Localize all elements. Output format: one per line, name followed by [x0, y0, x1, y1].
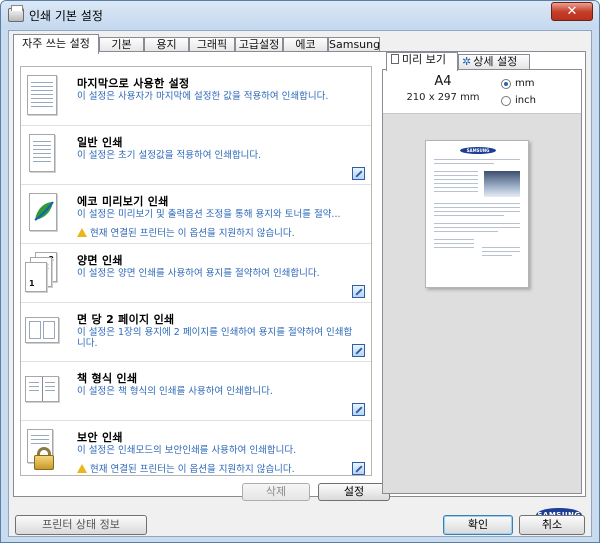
set-favorite-button[interactable]: 설정: [318, 483, 390, 501]
two-up-icon: [25, 311, 59, 353]
settings-icon: ✲: [462, 55, 472, 68]
page-icon: [391, 54, 399, 64]
favorite-description: 이 설정은 사용자가 마지막에 설정한 값을 적용하여 인쇄합니다.: [77, 91, 329, 102]
page-preview: SAMSUNG: [425, 140, 529, 288]
close-button[interactable]: ✕: [551, 2, 593, 21]
warning-icon: [77, 228, 87, 237]
printer-status-button[interactable]: 프린터 상태 정보: [15, 515, 147, 535]
ok-button[interactable]: 확인: [443, 515, 513, 535]
delete-favorite-button[interactable]: 삭제: [242, 483, 310, 501]
favorite-item-normal[interactable]: 일반 인쇄 이 설정은 초기 설정값을 적용하여 인쇄합니다.: [21, 126, 371, 184]
edit-favorite-icon[interactable]: [352, 462, 365, 475]
favorites-panel: 마지막으로 사용한 설정 이 설정은 사용자가 마지막에 설정한 값을 적용하여…: [13, 51, 586, 522]
warning-text: 현재 연결된 프린터는 이 옵션을 지원하지 않습니다.: [90, 464, 295, 475]
edit-favorite-icon[interactable]: [352, 344, 365, 357]
favorite-name: 에코 미리보기 인쇄: [77, 195, 169, 208]
paper-dimensions: 210 x 297 mm: [406, 92, 480, 103]
edit-favorite-icon[interactable]: [352, 167, 365, 180]
duplex-pages-icon: 3 2 1: [25, 252, 59, 294]
window-title: 인쇄 기본 설정: [29, 9, 103, 23]
secure-lock-icon: [25, 429, 59, 471]
favorite-name: 양면 인쇄: [77, 254, 123, 267]
eco-leaf-icon: [25, 193, 59, 235]
cancel-button[interactable]: 취소: [519, 515, 585, 535]
unit-inch-label: inch: [515, 95, 536, 106]
tab-details-label: 상세 설정: [473, 55, 518, 68]
unit-inch-radio[interactable]: [501, 96, 511, 106]
tab-details[interactable]: ✲ 상세 설정: [458, 54, 530, 70]
favorite-description: 이 설정은 인쇄모드의 보안인쇄를 사용하여 인쇄합니다.: [77, 445, 297, 456]
favorite-item-2-up[interactable]: 면 당 2 페이지 인쇄 이 설정은 1장의 용지에 2 페이지를 인쇄하여 용…: [21, 303, 371, 361]
unit-mm-label: mm: [515, 78, 535, 89]
unsupported-warning: 현재 연결된 프린터는 이 옵션을 지원하지 않습니다.: [77, 461, 295, 475]
unit-mm-radio[interactable]: [501, 79, 511, 89]
preview-panel: A4 210 x 297 mm mm inch SAMSUNG: [382, 69, 582, 494]
document-icon: [25, 75, 59, 117]
favorite-description: 이 설정은 양면 인쇄를 사용하여 용지를 절약하여 인쇄합니다.: [77, 268, 320, 279]
printer-icon: [8, 5, 24, 22]
favorite-description: 이 설정은 초기 설정값을 적용하여 인쇄합니다.: [77, 150, 262, 161]
favorite-description: 이 설정은 책 형식의 인쇄를 사용하여 인쇄합니다.: [77, 386, 273, 397]
favorite-name: 책 형식 인쇄: [77, 372, 138, 385]
favorite-name: 일반 인쇄: [77, 136, 123, 149]
print-preferences-window: 인쇄 기본 설정 ✕ 자주 쓰는 설정 기본 용지 그래픽 고급설정 에코 Sa…: [0, 0, 600, 543]
favorite-name: 마지막으로 사용한 설정: [77, 77, 190, 90]
title-bar[interactable]: 인쇄 기본 설정 ✕: [1, 1, 599, 29]
favorite-description: 이 설정은 1장의 용지에 2 페이지를 인쇄하여 용지를 절약하여 인쇄합니다…: [77, 327, 353, 349]
preview-tabs: 미리 보기 ✲ 상세 설정: [386, 52, 582, 71]
favorite-item-duplex[interactable]: 3 2 1 양면 인쇄 이 설정은 양면 인쇄를 사용하여 용지를 절약하여 인…: [21, 244, 371, 302]
tab-favorites[interactable]: 자주 쓰는 설정: [13, 34, 99, 54]
favorite-name: 보안 인쇄: [77, 431, 123, 444]
tab-preview-label: 미리 보기: [402, 53, 446, 66]
favorite-item-booklet[interactable]: 책 형식 인쇄 이 설정은 책 형식의 인쇄를 사용하여 인쇄합니다.: [21, 362, 371, 420]
favorite-name: 면 당 2 페이지 인쇄: [77, 313, 175, 326]
favorite-item-secure[interactable]: 보안 인쇄 이 설정은 인쇄모드의 보안인쇄를 사용하여 인쇄합니다. 현재 연…: [21, 421, 371, 475]
dialog-client: 자주 쓰는 설정 기본 용지 그래픽 고급설정 에코 Samsung 마지막으로…: [8, 30, 592, 537]
paper-size: A4: [434, 74, 452, 89]
booklet-icon: [25, 370, 59, 412]
tab-preview[interactable]: 미리 보기: [386, 52, 458, 71]
warning-text: 현재 연결된 프린터는 이 옵션을 지원하지 않습니다.: [90, 228, 295, 239]
warning-icon: [77, 464, 87, 473]
edit-favorite-icon[interactable]: [352, 403, 365, 416]
paper-info: A4 210 x 297 mm mm inch: [383, 70, 581, 114]
favorite-item-last-used[interactable]: 마지막으로 사용한 설정 이 설정은 사용자가 마지막에 설정한 값을 적용하여…: [21, 67, 371, 125]
edit-favorite-icon[interactable]: [352, 285, 365, 298]
samsung-mini-logo: SAMSUNG: [460, 147, 496, 154]
favorites-list[interactable]: 마지막으로 사용한 설정 이 설정은 사용자가 마지막에 설정한 값을 적용하여…: [20, 66, 372, 476]
favorite-description: 이 설정은 미리보기 및 출력옵션 조정을 통해 용지와 토너를 절약...: [77, 209, 341, 220]
favorite-item-eco-preview[interactable]: 에코 미리보기 인쇄 이 설정은 미리보기 및 출력옵션 조정을 통해 용지와 …: [21, 185, 371, 243]
unsupported-warning: 현재 연결된 프린터는 이 옵션을 지원하지 않습니다.: [77, 225, 295, 239]
document-icon: [25, 134, 59, 176]
